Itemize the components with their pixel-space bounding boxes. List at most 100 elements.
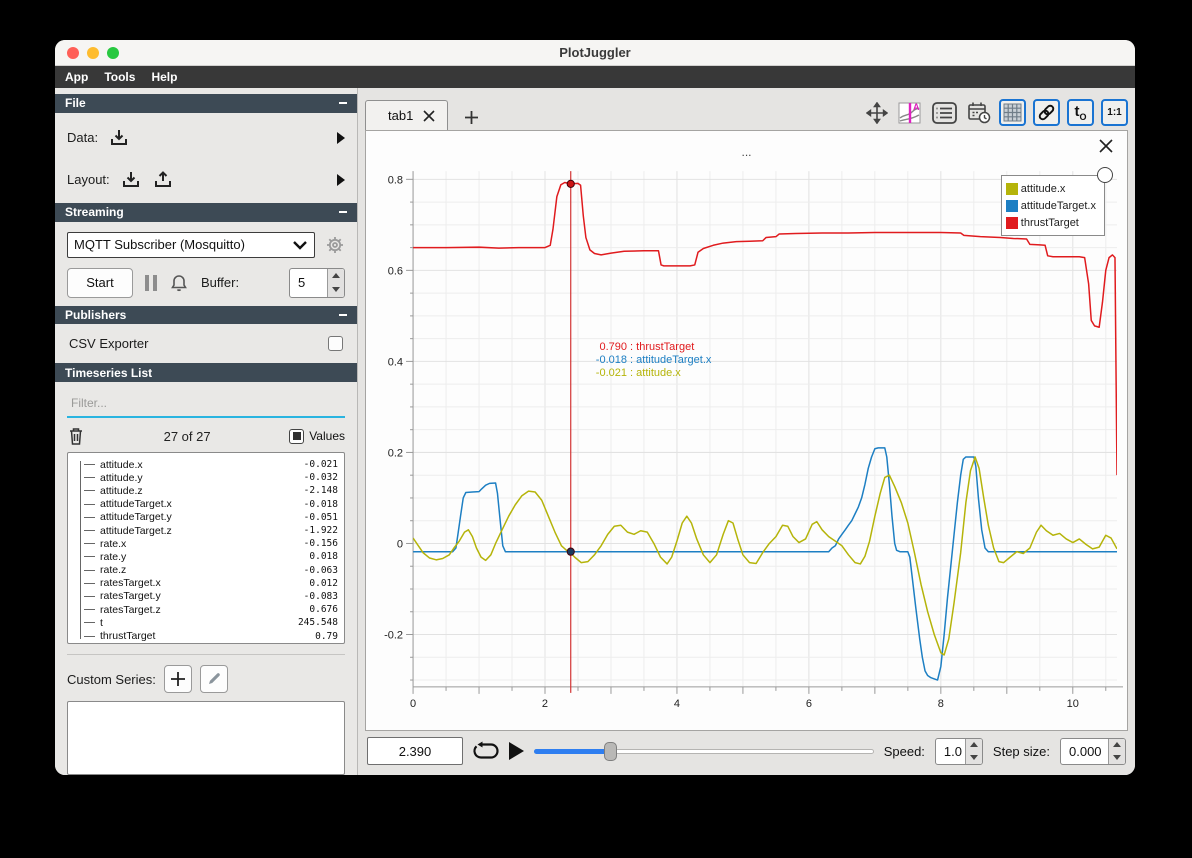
spin-down-icon[interactable] [328, 283, 344, 297]
series-name: t [100, 616, 103, 629]
minimize-window-button[interactable] [87, 47, 99, 59]
series-value: -0.032 [303, 472, 338, 484]
plot-widget[interactable]: ... 0 2 4 6 8 10 -0.2 0 0.2 0.4 0.6 0.8 attitude.x a… [365, 130, 1128, 731]
pan-zoom-button[interactable] [863, 99, 890, 126]
list-item[interactable]: attitudeTarget.x -0.018 [72, 498, 338, 511]
filter-input[interactable] [67, 390, 345, 418]
series-name: rate.x [100, 537, 127, 550]
legend-color-swatch [1005, 199, 1018, 212]
new-tab-button[interactable] [454, 104, 488, 130]
svg-text:6: 6 [806, 698, 812, 710]
menu-item-tools[interactable]: Tools [104, 70, 135, 84]
download-icon [111, 129, 128, 145]
series-name: ratesTarget.x [100, 577, 161, 590]
notifications-bell-icon[interactable] [169, 273, 189, 293]
save-layout-button[interactable] [152, 169, 174, 191]
section-header-publishers[interactable]: Publishers [55, 305, 357, 325]
data-menu-arrow-icon[interactable] [337, 131, 345, 144]
spin-up-icon[interactable] [966, 739, 982, 752]
section-header-streaming[interactable]: Streaming [55, 202, 357, 222]
list-item[interactable]: rate.y 0.018 [72, 550, 338, 563]
values-checkbox[interactable] [289, 428, 305, 444]
list-item[interactable]: attitudeTarget.y -0.051 [72, 511, 338, 524]
cursor-tracker-icon: A [898, 102, 920, 123]
list-item[interactable]: attitude.y -0.032 [72, 471, 338, 484]
list-item[interactable]: rate.z -0.063 [72, 564, 338, 577]
streaming-settings-button[interactable] [325, 235, 345, 255]
list-view-button[interactable] [931, 99, 958, 126]
svg-text:0: 0 [397, 538, 403, 550]
list-item[interactable]: ratesTarget.x 0.012 [72, 577, 338, 590]
add-custom-series-button[interactable] [163, 665, 192, 693]
speed-value[interactable]: 1.0 [936, 739, 965, 764]
slider-handle[interactable] [603, 742, 617, 761]
zoom-window-button[interactable] [107, 47, 119, 59]
pause-icon[interactable] [145, 274, 157, 291]
load-layout-button[interactable] [120, 169, 142, 191]
close-window-button[interactable] [67, 47, 79, 59]
section-header-timeseries[interactable]: Timeseries List [55, 363, 357, 382]
buffer-spinbox[interactable]: 5 [289, 267, 345, 298]
series-value: -1.922 [303, 525, 338, 537]
spin-down-icon[interactable] [1109, 751, 1125, 764]
legend-entry[interactable]: thrustTarget [1005, 214, 1096, 231]
csv-exporter-checkbox[interactable] [328, 336, 343, 352]
timeseries-list[interactable]: attitude.x -0.021 attitude.y -0.032 attitude… [67, 452, 345, 644]
tracker-style-button[interactable]: A [897, 99, 924, 126]
edit-custom-series-button[interactable] [199, 665, 228, 693]
collapse-icon[interactable] [339, 102, 347, 105]
start-streaming-button[interactable]: Start [67, 267, 133, 298]
buffer-value[interactable]: 5 [290, 269, 327, 297]
speed-spinbox[interactable]: 1.0 [934, 737, 983, 765]
list-item[interactable]: attitudeTarget.z -1.922 [72, 524, 338, 537]
series-value: 0.012 [309, 577, 338, 589]
data-label: Data: [67, 130, 99, 146]
svg-text:8: 8 [938, 698, 944, 710]
layout-menu-arrow-icon[interactable] [337, 173, 345, 186]
list-item[interactable]: attitude.z -2.148 [72, 484, 338, 497]
close-tab-icon[interactable] [423, 109, 435, 122]
series-value: -0.021 [303, 459, 338, 471]
list-item[interactable]: t 245.548 [72, 616, 338, 629]
streaming-source-select[interactable]: MQTT Subscriber (Mosquitto) [67, 231, 315, 258]
datetime-button[interactable] [965, 99, 992, 126]
legend-drag-handle-icon[interactable] [1097, 167, 1113, 183]
loop-icon [473, 741, 499, 759]
list-item[interactable]: ratesTarget.z 0.676 [72, 603, 338, 616]
list-item[interactable]: ratesTarget.y -0.083 [72, 590, 338, 603]
link-axes-button[interactable] [1033, 99, 1060, 126]
tab-tab1[interactable]: tab1 [365, 100, 449, 130]
ratio-button[interactable]: 1:1 [1101, 99, 1128, 126]
timeline-slider[interactable] [534, 741, 874, 761]
load-data-button[interactable] [108, 127, 130, 149]
collapse-icon[interactable] [339, 313, 347, 316]
spin-down-icon[interactable] [966, 751, 982, 764]
play-button[interactable] [509, 742, 524, 760]
loop-button[interactable] [473, 741, 499, 761]
custom-series-list[interactable] [67, 701, 345, 775]
menu-item-help[interactable]: Help [151, 70, 177, 84]
current-time-field[interactable]: 2.390 [367, 737, 463, 765]
link-icon [1038, 104, 1055, 121]
legend-entry[interactable]: attitude.x [1005, 180, 1096, 197]
step-size-spinbox[interactable]: 0.000 [1060, 737, 1126, 765]
list-icon [932, 101, 957, 124]
spin-up-icon[interactable] [1109, 739, 1125, 752]
step-size-value[interactable]: 0.000 [1061, 739, 1108, 764]
list-item[interactable]: rate.x -0.156 [72, 537, 338, 550]
trash-icon[interactable] [67, 426, 85, 446]
chart-legend[interactable]: attitude.x attitudeTarget.x thrustTarget [1000, 167, 1113, 236]
legend-entry[interactable]: attitudeTarget.x [1005, 197, 1096, 214]
time-offset-button[interactable]: tO [1067, 99, 1094, 126]
section-header-file[interactable]: File [55, 94, 357, 113]
tree-branch [84, 609, 95, 611]
series-name: rate.y [100, 550, 127, 563]
menu-item-app[interactable]: App [65, 70, 88, 84]
list-item[interactable]: attitude.x -0.021 [72, 458, 338, 471]
grid-icon [1003, 103, 1022, 122]
legend-label: attitudeTarget.x [1020, 199, 1096, 212]
list-item[interactable]: thrustTarget 0.79 [72, 629, 338, 642]
grid-layout-button[interactable] [999, 99, 1026, 126]
spin-up-icon[interactable] [328, 269, 344, 283]
collapse-icon[interactable] [339, 211, 347, 214]
